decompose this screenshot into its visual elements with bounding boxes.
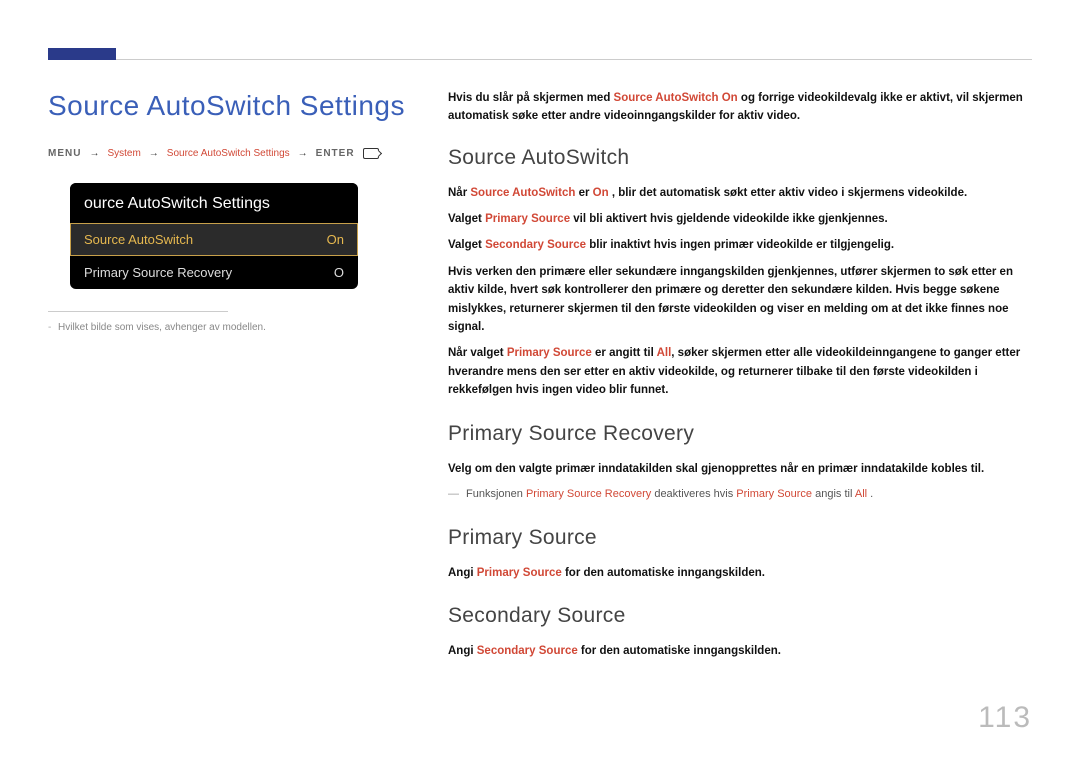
header-brand-block — [48, 48, 116, 60]
text: Hvis du slår på skjermen med — [448, 92, 614, 104]
model-note: Hvilket bilde som vises, avhenger av mod… — [48, 322, 408, 333]
intro-paragraph: Hvis du slår på skjermen med Source Auto… — [448, 90, 1032, 126]
text: Når valget — [448, 347, 507, 359]
paragraph: Angi Secondary Source for den automatisk… — [448, 642, 1032, 660]
text-ref: All — [855, 488, 867, 500]
breadcrumb-step-settings: Source AutoSwitch Settings — [167, 148, 290, 159]
text: Angi — [448, 567, 477, 579]
text-ref: Secondary Source — [477, 645, 578, 657]
text-ref: Source AutoSwitch — [470, 187, 575, 199]
page-title: Source AutoSwitch Settings — [48, 90, 408, 122]
page-number: 113 — [978, 701, 1032, 735]
text-ref: Primary Source Recovery — [526, 488, 651, 500]
breadcrumb-menu: MENU — [48, 148, 81, 159]
arrow-icon: → — [298, 148, 308, 159]
section-title-ss: Secondary Source — [448, 604, 1032, 628]
text: vil bli aktivert hvis gjeldende videokil… — [570, 213, 888, 225]
osd-row-source-autoswitch[interactable]: Source AutoSwitch On — [70, 223, 358, 256]
enter-icon — [363, 148, 379, 159]
bullet-note: Funksjonen Primary Source Recovery deakt… — [448, 486, 1032, 504]
osd-row-value: On — [327, 232, 344, 247]
breadcrumb-step-system: System — [107, 148, 140, 159]
osd-row-label: Source AutoSwitch — [84, 232, 193, 247]
text: Når — [448, 187, 470, 199]
text-ref: Source AutoSwitch On — [614, 92, 738, 104]
text: Angi — [448, 645, 477, 657]
text: Funksjonen — [466, 488, 526, 500]
paragraph: Velg om den valgte primær inndatakilden … — [448, 460, 1032, 478]
paragraph: Angi Primary Source for den automatiske … — [448, 564, 1032, 582]
text: . — [867, 488, 873, 500]
paragraph: Når valget Primary Source er angitt til … — [448, 344, 1032, 399]
paragraph: Hvis verken den primære eller sekundære … — [448, 263, 1032, 337]
paragraph: Valget Primary Source vil bli aktivert h… — [448, 210, 1032, 228]
section-title-sas: Source AutoSwitch — [448, 146, 1032, 170]
section-title-psr: Primary Source Recovery — [448, 422, 1032, 446]
paragraph: Valget Secondary Source blir inaktivt hv… — [448, 236, 1032, 254]
text: Valget — [448, 239, 485, 251]
text-ref: Secondary Source — [485, 239, 586, 251]
osd-panel: ource AutoSwitch Settings Source AutoSwi… — [70, 183, 358, 289]
text-ref: Primary Source — [507, 347, 592, 359]
text: angis til — [812, 488, 855, 500]
breadcrumb-enter: ENTER — [316, 148, 355, 159]
text-ref: Primary Source — [485, 213, 570, 225]
top-bar — [48, 48, 1032, 60]
text-ref: Primary Source — [477, 567, 562, 579]
text: , blir det automatisk søkt etter aktiv v… — [609, 187, 968, 199]
divider — [48, 311, 228, 312]
arrow-icon: → — [89, 148, 99, 159]
osd-row-label: Primary Source Recovery — [84, 265, 232, 280]
text: for den automatiske inngangskilden. — [578, 645, 781, 657]
text-ref: On — [593, 187, 609, 199]
text-ref: All — [657, 347, 672, 359]
text: er — [575, 187, 592, 199]
text: blir inaktivt hvis ingen primær videokil… — [586, 239, 894, 251]
osd-row-primary-source-recovery[interactable]: Primary Source Recovery O — [70, 256, 358, 289]
paragraph: Når Source AutoSwitch er On , blir det a… — [448, 184, 1032, 202]
text: for den automatiske inngangskilden. — [562, 567, 765, 579]
breadcrumb: MENU → System → Source AutoSwitch Settin… — [48, 148, 408, 159]
arrow-icon: → — [149, 148, 159, 159]
text-ref: Primary Source — [736, 488, 812, 500]
section-title-ps: Primary Source — [448, 526, 1032, 550]
osd-title: ource AutoSwitch Settings — [70, 183, 358, 223]
text: er angitt til — [592, 347, 657, 359]
osd-row-value: O — [334, 265, 344, 280]
text: deaktiveres hvis — [651, 488, 736, 500]
text: Valget — [448, 213, 485, 225]
